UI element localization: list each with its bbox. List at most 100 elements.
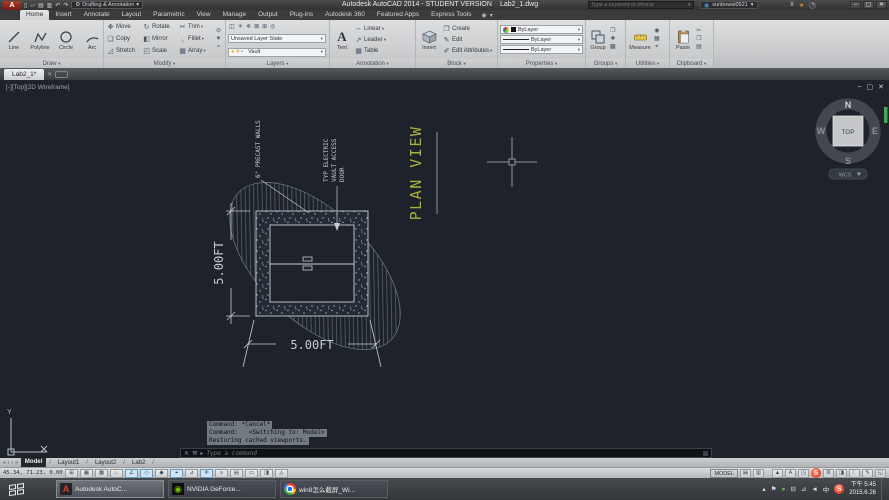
layer-dropdown[interactable]: ●☀▪▫ Vault ▾: [228, 48, 326, 57]
groups-mini-icon[interactable]: ❐: [610, 28, 616, 35]
model-paper-toggle[interactable]: MODEL: [710, 469, 738, 478]
viewcube-north[interactable]: N: [845, 100, 852, 110]
layout-tab-layout2[interactable]: Layout2: [91, 460, 120, 466]
modify-mini-icon[interactable]: ≈: [216, 44, 221, 51]
layer-state-dropdown[interactable]: Unsaved Layer State ▾: [228, 34, 326, 43]
toggle-ortho[interactable]: ∟: [110, 469, 123, 478]
ribbon-tab[interactable]: Home: [20, 10, 49, 20]
layer-status-icon[interactable]: ☀: [235, 49, 240, 55]
ribbon-collapse-controls[interactable]: ◉ ▾: [481, 10, 492, 20]
layer-tool-icon[interactable]: ⊞: [262, 23, 267, 30]
maximize-button[interactable]: ▢: [863, 1, 874, 9]
toggle-lwt[interactable]: ≡: [215, 469, 228, 478]
layout-tab-layout1[interactable]: Layout1: [54, 460, 83, 466]
layout-tab-lab2[interactable]: Lab2: [128, 460, 149, 466]
clipboard-mini-icon[interactable]: ▤: [696, 44, 702, 51]
command-input[interactable]: [206, 450, 700, 457]
line-button[interactable]: Line: [2, 22, 26, 58]
arc-button[interactable]: Arc: [80, 22, 103, 58]
layout-tab-model[interactable]: Model: [21, 458, 46, 467]
layer-tool-icon[interactable]: ❄: [246, 23, 251, 30]
ribbon-tab[interactable]: Output: [252, 10, 284, 20]
annotation-tool-button[interactable]: ▦ Table: [354, 46, 386, 56]
toggle-3dosnap[interactable]: ◆: [155, 469, 168, 478]
modify-tool-button[interactable]: ◟ Fillet ▾: [178, 34, 214, 45]
toggle-am[interactable]: ◬: [275, 469, 288, 478]
new-tab-button[interactable]: [55, 71, 68, 78]
groups-mini-icon[interactable]: ✚: [610, 36, 616, 43]
help-icon[interactable]: ?: [809, 2, 816, 9]
chevron-down-icon[interactable]: ▾: [490, 12, 493, 19]
start-button[interactable]: [4, 480, 28, 498]
text-button[interactable]: A Text: [332, 22, 352, 58]
file-tab-active[interactable]: Lab2_1*: [4, 69, 44, 80]
clipboard-mini-icon[interactable]: ❐: [696, 36, 702, 43]
show-desktop-button[interactable]: [881, 478, 885, 500]
ime-icon[interactable]: 中: [823, 484, 830, 494]
group-button[interactable]: Group: [588, 22, 608, 58]
close-button[interactable]: ✕: [876, 1, 887, 9]
plot-icon[interactable]: ▥: [47, 2, 53, 9]
panel-title-block[interactable]: Block ▾: [416, 59, 497, 68]
modify-tool-button[interactable]: ↻ Rotate: [142, 22, 178, 33]
panel-title-draw[interactable]: Draw ▾: [0, 59, 103, 68]
annotation-tool-button[interactable]: ↗ Leader ▾: [354, 35, 386, 45]
utilities-mini-icon[interactable]: ▦: [654, 36, 660, 43]
toggle-sc[interactable]: ◨: [260, 469, 273, 478]
panel-title-clipboard[interactable]: Clipboard ▾: [670, 59, 713, 68]
clipboard-mini-icon[interactable]: ✂: [696, 28, 702, 35]
signin-menu[interactable]: ◉ sunbowei0521 ▾: [700, 1, 758, 9]
toggle-polar[interactable]: ∠: [125, 469, 138, 478]
polyline-button[interactable]: Polyline: [28, 22, 52, 58]
block-tool-button[interactable]: ✐ Edit Attributes ▾: [442, 46, 492, 56]
insert-button[interactable]: Insert: [418, 22, 440, 58]
block-tool-button[interactable]: ✎ Edit: [442, 35, 492, 45]
toggle-qp[interactable]: ▭: [245, 469, 258, 478]
viewport-controls-label[interactable]: [-][Top][2D Wireframe]: [6, 84, 70, 91]
last-layout-button[interactable]: »: [15, 460, 18, 466]
taskbar-clock[interactable]: 下午 5:45 2015.6.26: [849, 481, 876, 497]
file-tab-close-icon[interactable]: ✕: [47, 70, 52, 80]
viewcube-south[interactable]: S: [845, 156, 851, 166]
ribbon-tab[interactable]: Featured Apps: [371, 10, 425, 20]
quick-view-layouts-icon[interactable]: ▤: [740, 469, 751, 478]
model-space-canvas[interactable]: 5.00FT 5.00FT 6" PRECAST WALLS TYP ELECT…: [0, 80, 889, 458]
toggle-dyn[interactable]: ✛: [200, 469, 213, 478]
layer-tool-icon[interactable]: ☀: [238, 23, 243, 30]
annotation-visibility-icon[interactable]: A: [785, 469, 796, 478]
volume-icon[interactable]: ◄: [811, 486, 817, 493]
ribbon-tab[interactable]: Plug-ins: [284, 10, 319, 20]
linetype-dropdown[interactable]: ByLayer ▾: [500, 45, 583, 54]
layer-status-icon[interactable]: ▫: [244, 49, 246, 55]
panel-title-layers[interactable]: Layers ▾: [226, 59, 329, 68]
help-search[interactable]: ⌕: [588, 1, 694, 9]
annotation-scale-icon[interactable]: ▲: [772, 469, 783, 478]
viewcube-east[interactable]: E: [872, 126, 878, 136]
annotation-tool-button[interactable]: ↔ Linear ▾: [354, 24, 386, 34]
action-center-icon[interactable]: ⚑: [771, 485, 777, 493]
tray-expand-icon[interactable]: ▴: [762, 485, 765, 493]
toggle-snap[interactable]: ▦: [80, 469, 93, 478]
open-icon[interactable]: ▱: [30, 2, 35, 9]
paste-button[interactable]: Paste: [672, 22, 694, 58]
layer-status-icon[interactable]: ●: [231, 49, 234, 55]
modify-tool-button[interactable]: ✂ Trim ▾: [178, 22, 214, 33]
panel-title-annotation[interactable]: Annotation ▾: [330, 59, 415, 68]
taskbar-app-autocad[interactable]: A Autodesk AutoC...: [56, 480, 164, 498]
panel-title-properties[interactable]: Properties ▾: [498, 59, 585, 68]
quick-view-drawings-icon[interactable]: ▥: [753, 469, 764, 478]
prev-layout-button[interactable]: ‹: [8, 460, 10, 466]
toggle-osnap[interactable]: ◇: [140, 469, 153, 478]
clean-screen-icon[interactable]: ◱: [875, 469, 886, 478]
favorites-star-icon[interactable]: ★: [799, 2, 804, 9]
command-customize-icon[interactable]: [703, 451, 708, 456]
viewport-restore-icon[interactable]: ▢: [867, 83, 874, 91]
toggle-tpy[interactable]: ▤: [230, 469, 243, 478]
isolate-icon[interactable]: ☾: [849, 469, 860, 478]
toggle-grid[interactable]: ▩: [95, 469, 108, 478]
layer-tool-icon[interactable]: ◎: [270, 23, 275, 30]
workspace-switcher[interactable]: ⚙ Drafting & Annotation ▾: [71, 1, 143, 9]
app-menu-button[interactable]: A: [3, 1, 21, 10]
modify-tool-button[interactable]: ✥ Move: [106, 22, 142, 33]
search-icon[interactable]: ⌕: [688, 2, 691, 9]
